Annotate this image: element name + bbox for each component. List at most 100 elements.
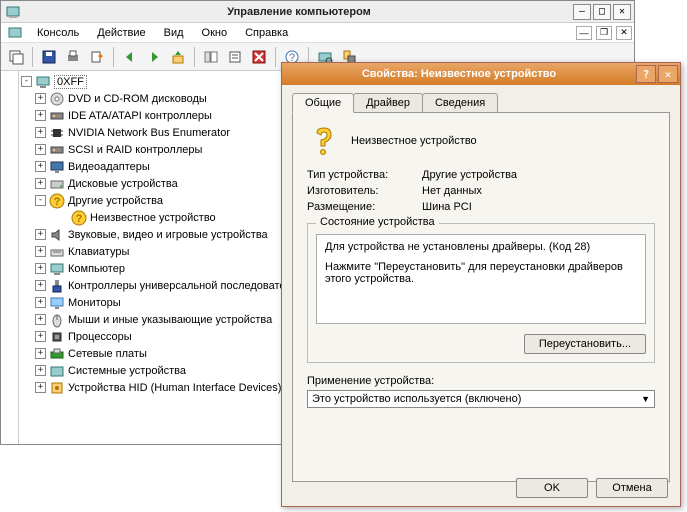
- question-yellow-icon: ?: [71, 210, 87, 226]
- expand-icon[interactable]: +: [35, 127, 46, 138]
- sound-icon: [49, 227, 65, 243]
- usage-select[interactable]: Это устройство используется (включено) ▼: [307, 390, 655, 408]
- expand-icon[interactable]: +: [35, 110, 46, 121]
- menu-console[interactable]: Консоль: [29, 25, 87, 41]
- expand-icon[interactable]: +: [35, 246, 46, 257]
- toolbar-up-icon[interactable]: [167, 46, 189, 68]
- left-gutter: [1, 71, 19, 444]
- expand-icon[interactable]: +: [35, 297, 46, 308]
- dialog-close-button[interactable]: ✕: [658, 65, 678, 83]
- type-value: Другие устройства: [422, 169, 517, 181]
- tree-item-label: DVD и CD-ROM дисководы: [68, 93, 207, 105]
- mfr-label: Изготовитель:: [307, 185, 422, 197]
- close-button[interactable]: ✕: [613, 4, 631, 20]
- tree-item-label: SCSI и RAID контроллеры: [68, 144, 202, 156]
- tree-item-label: Другие устройства: [68, 195, 163, 207]
- toolbar-new-window-icon[interactable]: [5, 46, 27, 68]
- tab-panel-general: Неизвестное устройство Тип устройства: Д…: [292, 112, 670, 482]
- toolbar-show-hide-icon[interactable]: [200, 46, 222, 68]
- usage-label: Применение устройства:: [307, 375, 655, 387]
- tree-item-label: Системные устройства: [68, 365, 186, 377]
- mfr-value: Нет данных: [422, 185, 482, 197]
- monitor-icon: [49, 295, 65, 311]
- prop-mfr: Изготовитель: Нет данных: [307, 185, 655, 197]
- status-line1: Для устройства не установлены драйверы. …: [325, 241, 637, 253]
- expand-icon[interactable]: +: [35, 331, 46, 342]
- expand-icon[interactable]: +: [35, 348, 46, 359]
- toolbar-properties-icon[interactable]: [224, 46, 246, 68]
- properties-dialog: Свойства: Неизвестное устройство ? ✕ Общ…: [281, 62, 681, 507]
- maximize-button[interactable]: □: [593, 4, 611, 20]
- expand-icon[interactable]: +: [35, 93, 46, 104]
- expand-icon[interactable]: +: [35, 314, 46, 325]
- svg-text:?: ?: [76, 213, 83, 225]
- expand-icon[interactable]: +: [35, 365, 46, 376]
- dialog-buttons: OK Отмена: [516, 478, 668, 498]
- tree-spacer: [57, 212, 68, 223]
- expand-icon[interactable]: +: [35, 382, 46, 393]
- loc-label: Размещение:: [307, 201, 422, 213]
- minimize-button[interactable]: —: [573, 4, 591, 20]
- chip-icon: [49, 125, 65, 141]
- tree-item-label: Мыши и иные указывающие устройства: [68, 314, 272, 326]
- device-header: Неизвестное устройство: [307, 125, 655, 157]
- app-icon: [5, 4, 21, 20]
- tab-details[interactable]: Сведения: [422, 93, 498, 112]
- toolbar-refresh-icon[interactable]: [248, 46, 270, 68]
- mouse-icon: [49, 312, 65, 328]
- expand-icon[interactable]: +: [35, 178, 46, 189]
- toolbar-print-icon[interactable]: [62, 46, 84, 68]
- question-icon: ?: [49, 193, 65, 209]
- computer-icon: [35, 74, 51, 90]
- chevron-down-icon: ▼: [641, 394, 650, 404]
- tree-item-label: Неизвестное устройство: [90, 212, 216, 224]
- usb-icon: [49, 278, 65, 294]
- cancel-button[interactable]: Отмена: [596, 478, 668, 498]
- toolbar-export-icon[interactable]: [86, 46, 108, 68]
- tree-root-label: 0XFF: [54, 75, 87, 89]
- collapse-icon[interactable]: -: [21, 76, 32, 87]
- menu-window[interactable]: Окно: [194, 25, 236, 41]
- tree-item-label: Процессоры: [68, 331, 132, 343]
- menu-help[interactable]: Справка: [237, 25, 296, 41]
- collapse-icon[interactable]: -: [35, 195, 46, 206]
- tab-general[interactable]: Общие: [292, 93, 354, 113]
- main-title: Управление компьютером: [25, 6, 573, 18]
- disc-icon: [49, 91, 65, 107]
- expand-icon[interactable]: +: [35, 161, 46, 172]
- child-minimize-button[interactable]: —: [576, 26, 592, 40]
- system-menu-icon[interactable]: [7, 25, 23, 41]
- loc-value: Шина PCI: [422, 201, 472, 213]
- network-icon: [49, 346, 65, 362]
- child-close-button[interactable]: ✕: [616, 26, 632, 40]
- toolbar-back-icon[interactable]: [119, 46, 141, 68]
- expand-icon[interactable]: +: [35, 229, 46, 240]
- tree-item-label: Видеоадаптеры: [68, 161, 150, 173]
- tree-item-label: Компьютер: [68, 263, 125, 275]
- toolbar-save-icon[interactable]: [38, 46, 60, 68]
- reinstall-button[interactable]: Переустановить...: [524, 334, 646, 354]
- computer-icon: [49, 261, 65, 277]
- tree-item-label: Звуковые, видео и игровые устройства: [68, 229, 268, 241]
- svg-text:?: ?: [54, 196, 61, 208]
- hid-icon: [49, 380, 65, 396]
- tree-item-label: NVIDIA Network Bus Enumerator: [68, 127, 230, 139]
- status-line2: Нажмите "Переустановить" для переустанов…: [325, 261, 637, 285]
- menu-view[interactable]: Вид: [156, 25, 192, 41]
- tree-item-label: Устройства HID (Human Interface Devices): [68, 382, 281, 394]
- child-restore-button[interactable]: ❐: [596, 26, 612, 40]
- tree-item-label: Сетевые платы: [68, 348, 147, 360]
- toolbar-fwd-icon[interactable]: [143, 46, 165, 68]
- expand-icon[interactable]: +: [35, 263, 46, 274]
- expand-icon[interactable]: +: [35, 144, 46, 155]
- ok-button[interactable]: OK: [516, 478, 588, 498]
- tab-driver[interactable]: Драйвер: [353, 93, 423, 112]
- dialog-help-button[interactable]: ?: [636, 65, 656, 83]
- device-status-group: Состояние устройства Для устройства не у…: [307, 223, 655, 363]
- menu-action[interactable]: Действие: [89, 25, 153, 41]
- dialog-titlebar: Свойства: Неизвестное устройство ? ✕: [282, 63, 680, 85]
- tree-item-label: Дисковые устройства: [68, 178, 178, 190]
- status-textbox[interactable]: Для устройства не установлены драйверы. …: [316, 234, 646, 324]
- controller-icon: [49, 142, 65, 158]
- expand-icon[interactable]: +: [35, 280, 46, 291]
